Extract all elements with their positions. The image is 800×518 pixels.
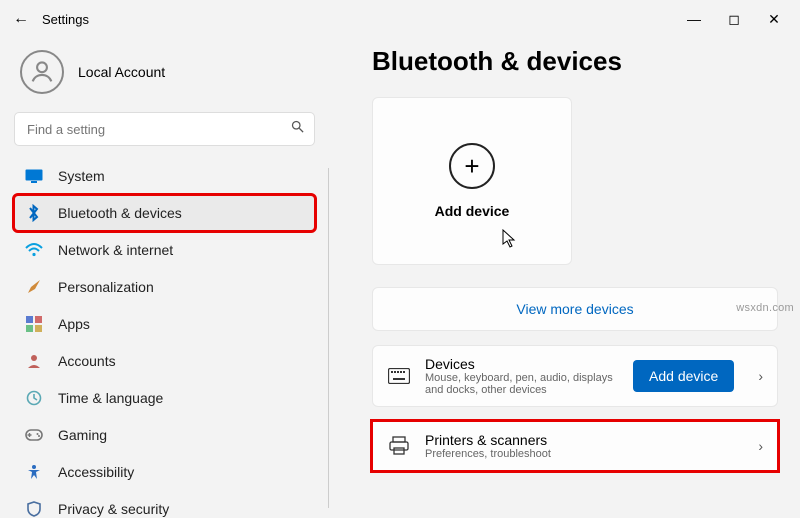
add-device-card[interactable]: + Add device — [372, 97, 572, 265]
sidebar-divider — [328, 168, 329, 508]
keyboard-icon — [387, 368, 411, 384]
sidebar-item-apps[interactable]: Apps — [14, 306, 315, 342]
clock-icon — [24, 390, 44, 406]
window-title: Settings — [42, 12, 89, 27]
plus-icon: + — [449, 143, 495, 189]
account-name: Local Account — [78, 64, 165, 80]
sidebar-item-system[interactable]: System — [14, 158, 315, 194]
printers-subtitle: Preferences, troubleshoot — [425, 448, 734, 460]
sidebar-item-accounts[interactable]: Accounts — [14, 343, 315, 379]
devices-title: Devices — [425, 356, 619, 372]
sidebar: Local Account System Bluetooth & devices N… — [0, 38, 330, 518]
printers-title: Printers & scanners — [425, 432, 734, 448]
account-block[interactable]: Local Account — [14, 44, 315, 110]
display-icon — [24, 169, 44, 183]
close-icon: ✕ — [768, 11, 780, 28]
main-content: Bluetooth & devices + Add device View mo… — [330, 38, 800, 518]
sidebar-item-accessibility[interactable]: Accessibility — [14, 454, 315, 490]
sidebar-item-gaming[interactable]: Gaming — [14, 417, 315, 453]
sidebar-item-label: Network & internet — [58, 242, 173, 258]
sidebar-item-label: Accounts — [58, 353, 116, 369]
sidebar-item-label: Apps — [58, 316, 90, 332]
shield-icon — [24, 501, 44, 517]
maximize-icon: ◻ — [728, 11, 740, 28]
avatar — [20, 50, 64, 94]
chevron-right-icon: › — [748, 368, 763, 384]
minimize-icon: — — [687, 11, 701, 27]
add-device-label: Add device — [435, 203, 510, 219]
sidebar-nav: System Bluetooth & devices Network & inter… — [14, 158, 315, 518]
sidebar-item-label: Gaming — [58, 427, 107, 443]
titlebar: ← Settings — ◻ ✕ — [0, 0, 800, 38]
printers-scanners-row[interactable]: Printers & scanners Preferences, trouble… — [372, 421, 778, 471]
sidebar-item-bluetooth-devices[interactable]: Bluetooth & devices — [14, 195, 315, 231]
sidebar-item-time-language[interactable]: Time & language — [14, 380, 315, 416]
sidebar-item-label: Privacy & security — [58, 501, 169, 517]
gaming-icon — [24, 429, 44, 441]
view-more-label: View more devices — [516, 301, 633, 317]
printer-icon — [387, 436, 411, 456]
close-button[interactable]: ✕ — [754, 4, 794, 34]
maximize-button[interactable]: ◻ — [714, 4, 754, 34]
bluetooth-icon — [24, 204, 44, 222]
devices-subtitle: Mouse, keyboard, pen, audio, displays an… — [425, 372, 619, 396]
devices-row[interactable]: Devices Mouse, keyboard, pen, audio, dis… — [372, 345, 778, 407]
search-wrap — [14, 112, 315, 146]
search-icon — [290, 119, 305, 139]
watermark: wsxdn.com — [736, 302, 794, 314]
back-arrow-icon: ← — [13, 10, 29, 28]
minimize-button[interactable]: — — [674, 4, 714, 34]
sidebar-item-label: Bluetooth & devices — [58, 205, 182, 221]
page-title: Bluetooth & devices — [372, 46, 778, 77]
add-device-button[interactable]: Add device — [633, 360, 734, 392]
person-icon — [28, 58, 56, 86]
wifi-icon — [24, 243, 44, 257]
sidebar-item-label: Personalization — [58, 279, 154, 295]
apps-icon — [24, 316, 44, 332]
search-input[interactable] — [14, 112, 315, 146]
sidebar-item-personalization[interactable]: Personalization — [14, 269, 315, 305]
sidebar-item-label: Accessibility — [58, 464, 134, 480]
sidebar-item-network-internet[interactable]: Network & internet — [14, 232, 315, 268]
chevron-right-icon: › — [748, 438, 763, 454]
accessibility-icon — [24, 464, 44, 480]
sidebar-item-privacy-security[interactable]: Privacy & security — [14, 491, 315, 518]
brush-icon — [24, 279, 44, 295]
back-button[interactable]: ← — [6, 4, 36, 34]
sidebar-item-label: System — [58, 168, 105, 184]
view-more-devices-button[interactable]: View more devices — [372, 287, 778, 331]
sidebar-item-label: Time & language — [58, 390, 163, 406]
person-icon — [24, 353, 44, 369]
cursor-icon — [502, 229, 518, 254]
